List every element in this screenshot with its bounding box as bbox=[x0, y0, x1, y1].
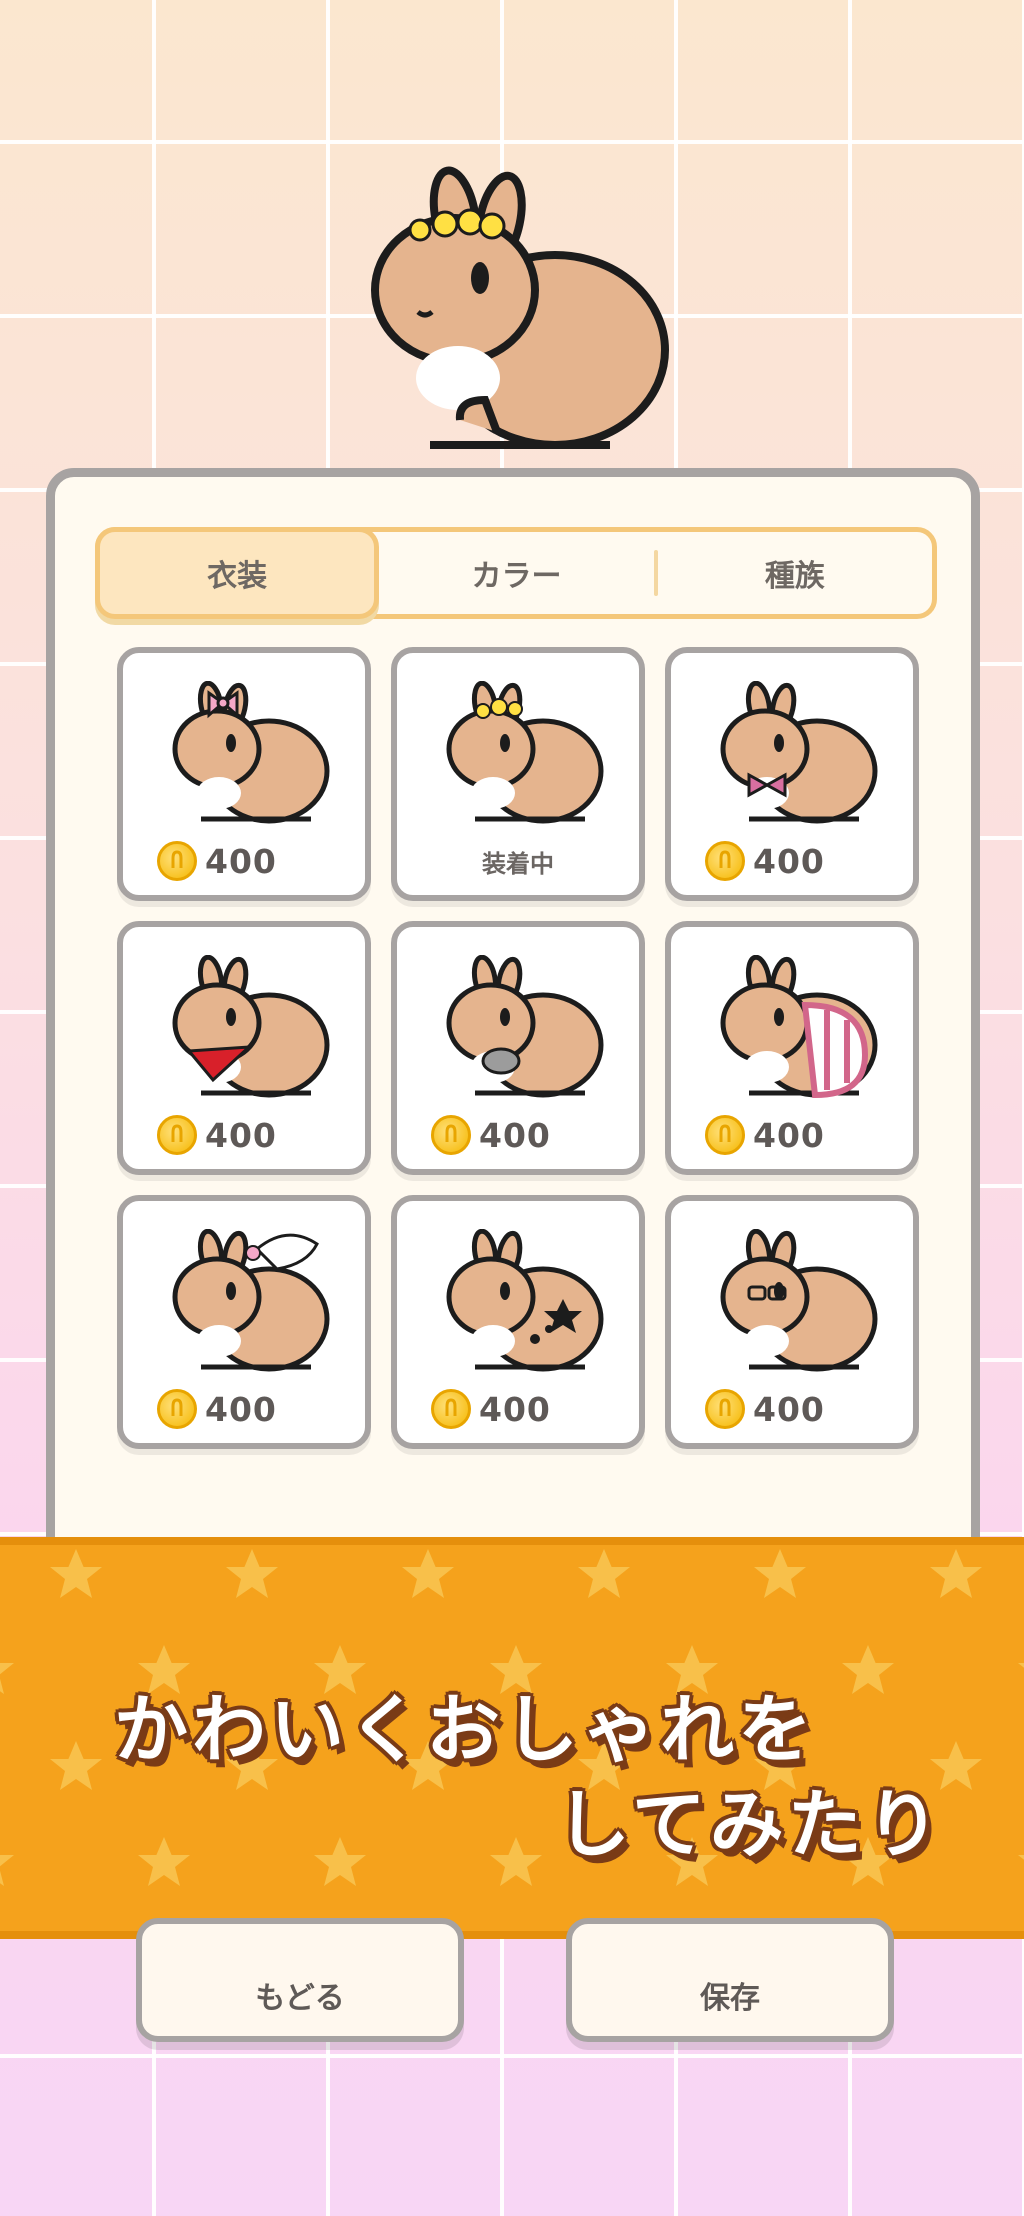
bunny-striped-shirt-icon bbox=[720, 955, 878, 1099]
price-tag: 400 bbox=[671, 1387, 913, 1431]
catchphrase-line-1: かわいくおしゃれを bbox=[114, 1687, 816, 1773]
price-tag: 400 bbox=[123, 839, 365, 883]
category-tabs: 衣装 カラー 種族 bbox=[95, 527, 937, 619]
price-tag: 400 bbox=[123, 1113, 365, 1157]
costume-card[interactable]: 400 bbox=[117, 921, 371, 1175]
bunny-glasses-icon bbox=[720, 1229, 878, 1372]
tab-color[interactable]: カラー bbox=[379, 532, 653, 614]
banner-star bbox=[1018, 1645, 1024, 1694]
banner-star bbox=[0, 1645, 14, 1694]
price-tag: 400 bbox=[397, 1113, 639, 1157]
bunny-angel-wings-icon bbox=[172, 1229, 330, 1372]
equipped-status: 装着中 bbox=[397, 839, 639, 883]
costume-grid: 400 装着中 400 400 400 400 400 400 400 bbox=[117, 647, 919, 1449]
banner-star bbox=[490, 1837, 542, 1886]
price-value: 400 bbox=[205, 1115, 277, 1155]
banner-star bbox=[402, 1549, 454, 1598]
costume-card[interactable]: 400 bbox=[665, 647, 919, 901]
preview-bunny bbox=[360, 160, 670, 460]
bunny-ribbon-bow-icon bbox=[172, 681, 330, 824]
price-value: 400 bbox=[753, 1115, 825, 1155]
banner-star bbox=[314, 1837, 366, 1886]
price-tag: 400 bbox=[397, 1387, 639, 1431]
save-button-label: 保存 bbox=[700, 1981, 760, 2016]
coin-icon bbox=[157, 1389, 197, 1429]
wardrobe-panel: 衣装 カラー 種族 400 装着中 400 400 400 400 400 400 400 bbox=[46, 468, 980, 1648]
equipped-label: 装着中 bbox=[482, 849, 554, 878]
banner-star bbox=[578, 1549, 630, 1598]
banner-star bbox=[138, 1837, 190, 1886]
price-value: 400 bbox=[753, 1389, 825, 1429]
banner-star bbox=[50, 1741, 102, 1790]
banner-star bbox=[754, 1549, 806, 1598]
price-value: 400 bbox=[479, 1115, 551, 1155]
coin-icon bbox=[705, 841, 745, 881]
coin-icon bbox=[705, 1389, 745, 1429]
banner-star bbox=[50, 1549, 102, 1598]
coin-icon bbox=[431, 1389, 471, 1429]
bunny-gray-bib-icon bbox=[446, 955, 604, 1098]
banner-star bbox=[930, 1549, 982, 1598]
coin-icon bbox=[705, 1115, 745, 1155]
tab-species[interactable]: 種族 bbox=[658, 532, 932, 614]
price-value: 400 bbox=[753, 841, 825, 881]
costume-card[interactable]: 400 bbox=[391, 921, 645, 1175]
costume-card[interactable]: 400 bbox=[665, 921, 919, 1175]
back-button[interactable]: もどる bbox=[136, 1918, 464, 2042]
price-tag: 400 bbox=[123, 1387, 365, 1431]
catchphrase-line-2: してみたり bbox=[556, 1782, 944, 1868]
promo-banner: かわいくおしゃれを してみたり bbox=[0, 1537, 1024, 1939]
costume-card[interactable]: 400 bbox=[117, 1195, 371, 1449]
costume-card[interactable]: 400 bbox=[117, 647, 371, 901]
coin-icon bbox=[157, 841, 197, 881]
save-button[interactable]: 保存 bbox=[566, 1918, 894, 2042]
coin-icon bbox=[431, 1115, 471, 1155]
price-value: 400 bbox=[479, 1389, 551, 1429]
tab-costume[interactable]: 衣装 bbox=[95, 527, 380, 619]
bunny-flower-crown-icon bbox=[446, 681, 604, 824]
bunny-star-pattern-icon bbox=[446, 1229, 604, 1372]
costume-card[interactable]: 400 bbox=[391, 1195, 645, 1449]
costume-card[interactable]: 装着中 bbox=[391, 647, 645, 901]
banner-star bbox=[226, 1549, 278, 1598]
coin-icon bbox=[157, 1115, 197, 1155]
price-tag: 400 bbox=[671, 1113, 913, 1157]
costume-card[interactable]: 400 bbox=[665, 1195, 919, 1449]
bunny-with-flower-crown-image bbox=[371, 166, 669, 449]
banner-star bbox=[0, 1837, 14, 1886]
bunny-neck-bow-icon bbox=[720, 681, 878, 824]
price-value: 400 bbox=[205, 1389, 277, 1429]
banner-star bbox=[842, 1645, 894, 1694]
price-tag: 400 bbox=[671, 839, 913, 883]
back-button-label: もどる bbox=[255, 1981, 345, 2016]
price-value: 400 bbox=[205, 841, 277, 881]
banner-star bbox=[1018, 1837, 1024, 1886]
bunny-red-bandana-icon bbox=[172, 955, 330, 1098]
